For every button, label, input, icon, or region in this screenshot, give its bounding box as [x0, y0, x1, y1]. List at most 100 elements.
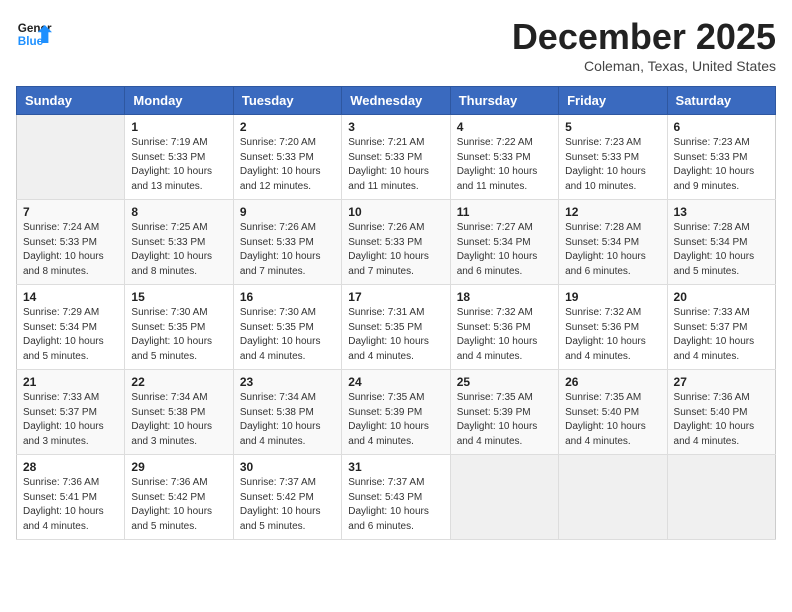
day-info: Sunrise: 7:30 AM Sunset: 5:35 PM Dayligh… [131, 306, 226, 364]
day-info: Sunrise: 7:20 AM Sunset: 5:33 PM Dayligh… [240, 136, 335, 194]
day-number: 20 [674, 290, 769, 304]
calendar-cell: 7 Sunrise: 7:24 AM Sunset: 5:33 PM Daylig… [17, 200, 125, 285]
calendar-cell: 14 Sunrise: 7:29 AM Sunset: 5:34 PM Dayli… [17, 285, 125, 370]
day-info: Sunrise: 7:35 AM Sunset: 5:39 PM Dayligh… [457, 391, 552, 449]
calendar-cell: 5 Sunrise: 7:23 AM Sunset: 5:33 PM Daylig… [559, 115, 667, 200]
day-number: 1 [131, 120, 226, 134]
calendar-cell: 22 Sunrise: 7:34 AM Sunset: 5:38 PM Dayli… [125, 370, 233, 455]
calendar-cell: 17Sunrise: 7:31 AM Sunset: 5:35 PM Dayli… [342, 285, 450, 370]
day-number: 22 [131, 375, 226, 389]
calendar-cell: 9 Sunrise: 7:26 AM Sunset: 5:33 PM Daylig… [233, 200, 341, 285]
calendar-cell: 1 Sunrise: 7:19 AM Sunset: 5:33 PM Daylig… [125, 115, 233, 200]
calendar-cell: 27Sunrise: 7:36 AM Sunset: 5:40 PM Dayli… [667, 370, 775, 455]
week-row-3: 14 Sunrise: 7:29 AM Sunset: 5:34 PM Dayli… [17, 285, 776, 370]
day-info: Sunrise: 7:25 AM Sunset: 5:33 PM Dayligh… [131, 221, 226, 279]
day-number: 12 [565, 205, 660, 219]
day-number: 11 [457, 205, 552, 219]
day-info: Sunrise: 7:34 AM Sunset: 5:38 PM Dayligh… [131, 391, 226, 449]
day-info: Sunrise: 7:33 AM Sunset: 5:37 PM Dayligh… [674, 306, 769, 364]
weekday-header-wednesday: Wednesday [342, 87, 450, 115]
day-number: 15 [131, 290, 226, 304]
day-info: Sunrise: 7:30 AM Sunset: 5:35 PM Dayligh… [240, 306, 335, 364]
week-row-4: 21Sunrise: 7:33 AM Sunset: 5:37 PM Dayli… [17, 370, 776, 455]
day-info: Sunrise: 7:21 AM Sunset: 5:33 PM Dayligh… [348, 136, 443, 194]
calendar-cell: 12 Sunrise: 7:28 AM Sunset: 5:34 PM Dayli… [559, 200, 667, 285]
weekday-header-sunday: Sunday [17, 87, 125, 115]
calendar-cell [450, 455, 558, 540]
day-number: 5 [565, 120, 660, 134]
day-number: 24 [348, 375, 443, 389]
calendar-cell: 2 Sunrise: 7:20 AM Sunset: 5:33 PM Daylig… [233, 115, 341, 200]
calendar-cell [17, 115, 125, 200]
day-number: 29 [131, 460, 226, 474]
day-info: Sunrise: 7:26 AM Sunset: 5:33 PM Dayligh… [348, 221, 443, 279]
week-row-1: 1 Sunrise: 7:19 AM Sunset: 5:33 PM Daylig… [17, 115, 776, 200]
day-info: Sunrise: 7:23 AM Sunset: 5:33 PM Dayligh… [565, 136, 660, 194]
day-number: 26 [565, 375, 660, 389]
calendar-cell: 21Sunrise: 7:33 AM Sunset: 5:37 PM Dayli… [17, 370, 125, 455]
day-number: 3 [348, 120, 443, 134]
day-number: 4 [457, 120, 552, 134]
day-number: 25 [457, 375, 552, 389]
day-number: 31 [348, 460, 443, 474]
logo-icon: General Blue [16, 16, 52, 52]
day-info: Sunrise: 7:27 AM Sunset: 5:34 PM Dayligh… [457, 221, 552, 279]
weekday-header-thursday: Thursday [450, 87, 558, 115]
day-number: 18 [457, 290, 552, 304]
day-info: Sunrise: 7:22 AM Sunset: 5:33 PM Dayligh… [457, 136, 552, 194]
day-number: 28 [23, 460, 118, 474]
calendar-cell: 8 Sunrise: 7:25 AM Sunset: 5:33 PM Daylig… [125, 200, 233, 285]
day-number: 30 [240, 460, 335, 474]
day-info: Sunrise: 7:19 AM Sunset: 5:33 PM Dayligh… [131, 136, 226, 194]
calendar-cell: 10 Sunrise: 7:26 AM Sunset: 5:33 PM Dayli… [342, 200, 450, 285]
day-info: Sunrise: 7:36 AM Sunset: 5:40 PM Dayligh… [674, 391, 769, 449]
day-info: Sunrise: 7:33 AM Sunset: 5:37 PM Dayligh… [23, 391, 118, 449]
calendar-cell: 16Sunrise: 7:30 AM Sunset: 5:35 PM Dayli… [233, 285, 341, 370]
calendar: SundayMondayTuesdayWednesdayThursdayFrid… [16, 86, 776, 540]
day-number: 9 [240, 205, 335, 219]
day-number: 2 [240, 120, 335, 134]
header: General Blue December 2025 Coleman, Texa… [16, 16, 776, 74]
day-info: Sunrise: 7:32 AM Sunset: 5:36 PM Dayligh… [457, 306, 552, 364]
day-number: 8 [131, 205, 226, 219]
calendar-cell [559, 455, 667, 540]
calendar-cell: 20 Sunrise: 7:33 AM Sunset: 5:37 PM Dayli… [667, 285, 775, 370]
day-number: 13 [674, 205, 769, 219]
day-info: Sunrise: 7:36 AM Sunset: 5:42 PM Dayligh… [131, 476, 226, 534]
weekday-header-monday: Monday [125, 87, 233, 115]
calendar-cell: 25 Sunrise: 7:35 AM Sunset: 5:39 PM Dayli… [450, 370, 558, 455]
calendar-cell: 24 Sunrise: 7:35 AM Sunset: 5:39 PM Dayli… [342, 370, 450, 455]
day-info: Sunrise: 7:32 AM Sunset: 5:36 PM Dayligh… [565, 306, 660, 364]
day-number: 7 [23, 205, 118, 219]
calendar-cell: 26Sunrise: 7:35 AM Sunset: 5:40 PM Dayli… [559, 370, 667, 455]
calendar-cell [667, 455, 775, 540]
day-info: Sunrise: 7:37 AM Sunset: 5:42 PM Dayligh… [240, 476, 335, 534]
day-number: 6 [674, 120, 769, 134]
day-info: Sunrise: 7:24 AM Sunset: 5:33 PM Dayligh… [23, 221, 118, 279]
day-info: Sunrise: 7:35 AM Sunset: 5:39 PM Dayligh… [348, 391, 443, 449]
week-row-5: 28 Sunrise: 7:36 AM Sunset: 5:41 PM Dayli… [17, 455, 776, 540]
weekday-header-row: SundayMondayTuesdayWednesdayThursdayFrid… [17, 87, 776, 115]
calendar-cell: 19Sunrise: 7:32 AM Sunset: 5:36 PM Dayli… [559, 285, 667, 370]
calendar-cell: 23Sunrise: 7:34 AM Sunset: 5:38 PM Dayli… [233, 370, 341, 455]
location: Coleman, Texas, United States [512, 58, 776, 74]
day-info: Sunrise: 7:28 AM Sunset: 5:34 PM Dayligh… [674, 221, 769, 279]
day-number: 14 [23, 290, 118, 304]
svg-text:Blue: Blue [18, 35, 44, 48]
calendar-cell: 3 Sunrise: 7:21 AM Sunset: 5:33 PM Daylig… [342, 115, 450, 200]
calendar-cell: 18 Sunrise: 7:32 AM Sunset: 5:36 PM Dayli… [450, 285, 558, 370]
month-title: December 2025 [512, 16, 776, 58]
day-number: 10 [348, 205, 443, 219]
calendar-cell: 11 Sunrise: 7:27 AM Sunset: 5:34 PM Dayli… [450, 200, 558, 285]
week-row-2: 7 Sunrise: 7:24 AM Sunset: 5:33 PM Daylig… [17, 200, 776, 285]
calendar-cell: 15 Sunrise: 7:30 AM Sunset: 5:35 PM Dayli… [125, 285, 233, 370]
day-info: Sunrise: 7:36 AM Sunset: 5:41 PM Dayligh… [23, 476, 118, 534]
day-info: Sunrise: 7:26 AM Sunset: 5:33 PM Dayligh… [240, 221, 335, 279]
day-info: Sunrise: 7:29 AM Sunset: 5:34 PM Dayligh… [23, 306, 118, 364]
day-number: 23 [240, 375, 335, 389]
day-info: Sunrise: 7:28 AM Sunset: 5:34 PM Dayligh… [565, 221, 660, 279]
day-info: Sunrise: 7:37 AM Sunset: 5:43 PM Dayligh… [348, 476, 443, 534]
calendar-cell: 31 Sunrise: 7:37 AM Sunset: 5:43 PM Dayli… [342, 455, 450, 540]
calendar-cell: 28 Sunrise: 7:36 AM Sunset: 5:41 PM Dayli… [17, 455, 125, 540]
calendar-cell: 30 Sunrise: 7:37 AM Sunset: 5:42 PM Dayli… [233, 455, 341, 540]
